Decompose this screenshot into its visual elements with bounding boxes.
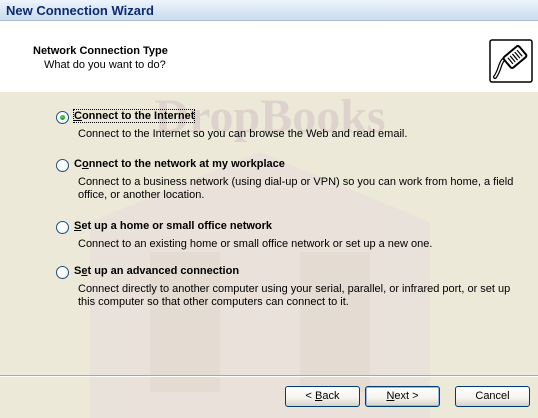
option-description: Connect directly to another computer usi… — [78, 283, 511, 308]
cancel-button[interactable]: Cancel — [455, 386, 530, 407]
next-button[interactable]: Next > — [365, 386, 440, 407]
radio-connect-workplace[interactable] — [56, 159, 69, 172]
network-cable-icon — [489, 39, 533, 83]
radio-advanced-connection[interactable] — [56, 266, 69, 279]
header-title: Network Connection Type — [33, 45, 168, 57]
option-label[interactable]: Set up a home or small office network — [74, 220, 272, 232]
option-label[interactable]: Connect to the network at my workplace — [74, 158, 285, 170]
wizard-header: Network Connection Type What do you want… — [0, 21, 538, 92]
back-button[interactable]: < Back — [285, 386, 360, 407]
radio-home-network[interactable] — [56, 221, 69, 234]
radio-connect-internet[interactable] — [56, 111, 69, 124]
option-description: Connect to an existing home or small off… — [78, 238, 433, 250]
option-label[interactable]: Connect to the Internet — [72, 109, 196, 123]
title-bar[interactable]: New Connection Wizard — [0, 0, 538, 21]
option-label[interactable]: Set up an advanced connection — [74, 265, 239, 277]
window-title: New Connection Wizard — [6, 3, 154, 18]
option-description: Connect to a business network (using dia… — [78, 176, 514, 201]
header-subtitle: What do you want to do? — [44, 59, 166, 71]
header-divider — [0, 91, 538, 92]
footer-divider-highlight — [0, 376, 538, 377]
option-description: Connect to the Internet so you can brows… — [78, 128, 408, 140]
